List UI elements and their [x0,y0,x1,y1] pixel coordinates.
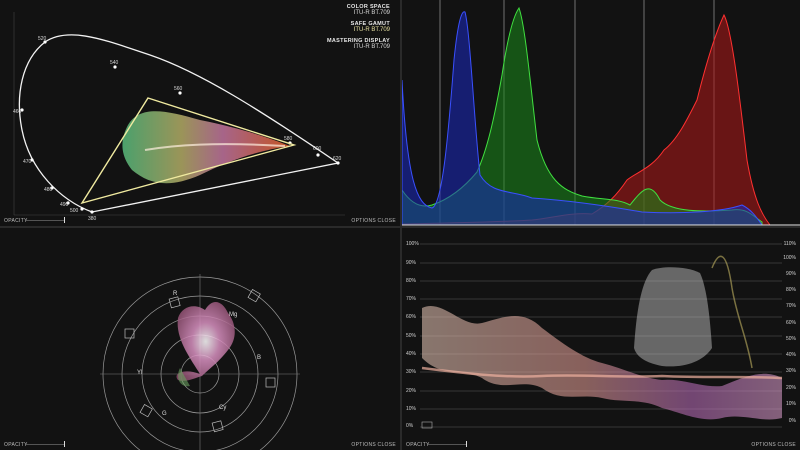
right-tick: 40% [785,352,796,358]
right-tick: 90% [785,271,796,277]
options-button[interactable]: OPTIONS [751,442,776,448]
left-tick: 100% [406,241,419,247]
color-space-value: ITU-R BT.709 [353,10,390,16]
vectorscope-graticule: R Mg B Cy G Yl [100,274,300,450]
gamut-color-cloud [122,111,290,184]
right-tick: 100% [783,255,796,261]
waveform-panel: 100% 90% 80% 70% 60% 50% 40% 30% 20% 10%… [402,228,800,450]
opacity-slider-handle[interactable] [466,441,467,447]
opacity-label: OPACITY [406,442,430,448]
right-tick: 70% [785,303,796,309]
wl-label: 470 [23,159,32,165]
waveform-yellow-spikes [711,255,753,369]
left-tick: 70% [406,296,417,302]
opacity-slider-track[interactable] [26,220,64,221]
cie-chromaticity-panel: 520 540 560 580 600 620 380 460 470 480 … [0,0,400,226]
target-label-r: R [173,291,178,297]
left-tick: 20% [406,388,417,394]
right-tick: 0% [788,418,796,424]
opacity-label: OPACITY [4,442,28,448]
opacity-slider-track[interactable] [26,444,64,445]
close-button[interactable]: CLOSE [378,442,396,448]
wl-label: 560 [174,86,183,92]
right-tick: 80% [785,287,796,293]
left-tick: 40% [406,351,417,357]
right-tick: 110% [783,241,796,247]
left-tick: 60% [406,314,417,320]
options-button[interactable]: OPTIONS [351,442,376,448]
target-label-cy: Cy [219,405,226,411]
opacity-slider-handle[interactable] [64,441,65,447]
wl-label: 480 [44,187,53,193]
waveform-plot [420,243,783,429]
opacity-slider-handle[interactable] [64,217,65,223]
cie-footer: OPACITY OPTIONS CLOSE [0,216,400,226]
target-label-g: G [162,411,167,417]
left-tick: 50% [406,333,417,339]
close-button[interactable]: CLOSE [378,218,396,224]
waveform-highlight-region [634,267,712,367]
target-label-mg: Mg [229,312,237,318]
histogram-plot [402,0,800,226]
waveform-trace [422,305,782,420]
right-tick: 30% [785,368,796,374]
left-tick: 80% [406,278,417,284]
wl-label: 500 [70,208,79,214]
left-tick: 0% [406,423,414,429]
right-tick: 20% [785,385,796,391]
wl-label: 600 [313,146,322,152]
rgb-histogram-panel [402,0,800,226]
wl-label: 540 [110,60,119,66]
target-label-b: B [257,355,261,361]
wl-label: 580 [284,136,293,142]
left-tick: 90% [406,260,417,266]
opacity-label: OPACITY [4,218,28,224]
vectorscope-panel: R Mg B Cy G Yl OPACITY OPTIONS CLOSE [0,228,400,450]
mastering-display-value: ITU-R BT.709 [353,44,390,50]
right-tick: 60% [785,320,796,326]
options-button[interactable]: OPTIONS [351,218,376,224]
right-tick: 10% [785,401,796,407]
left-tick: 30% [406,369,417,375]
target-label-yl: Yl [137,370,142,376]
wl-label: 520 [38,36,47,42]
wl-label: 460 [13,109,22,115]
vectorscope-footer: OPACITY OPTIONS CLOSE [0,440,400,450]
opacity-slider-track[interactable] [428,444,466,445]
close-button[interactable]: CLOSE [778,442,796,448]
right-tick: 50% [785,336,796,342]
safe-gamut-value: ITU-R BT.709 [353,27,390,33]
cie-info-block: COLOR SPACE ITU-R BT.709 SAFE GAMUT ITU-… [327,4,390,55]
wl-label: 620 [333,156,342,162]
vectorscope-trace [176,302,235,381]
wl-label: 490 [60,202,69,208]
left-tick: 10% [406,406,417,412]
waveform-footer: OPACITY OPTIONS CLOSE [402,440,800,450]
